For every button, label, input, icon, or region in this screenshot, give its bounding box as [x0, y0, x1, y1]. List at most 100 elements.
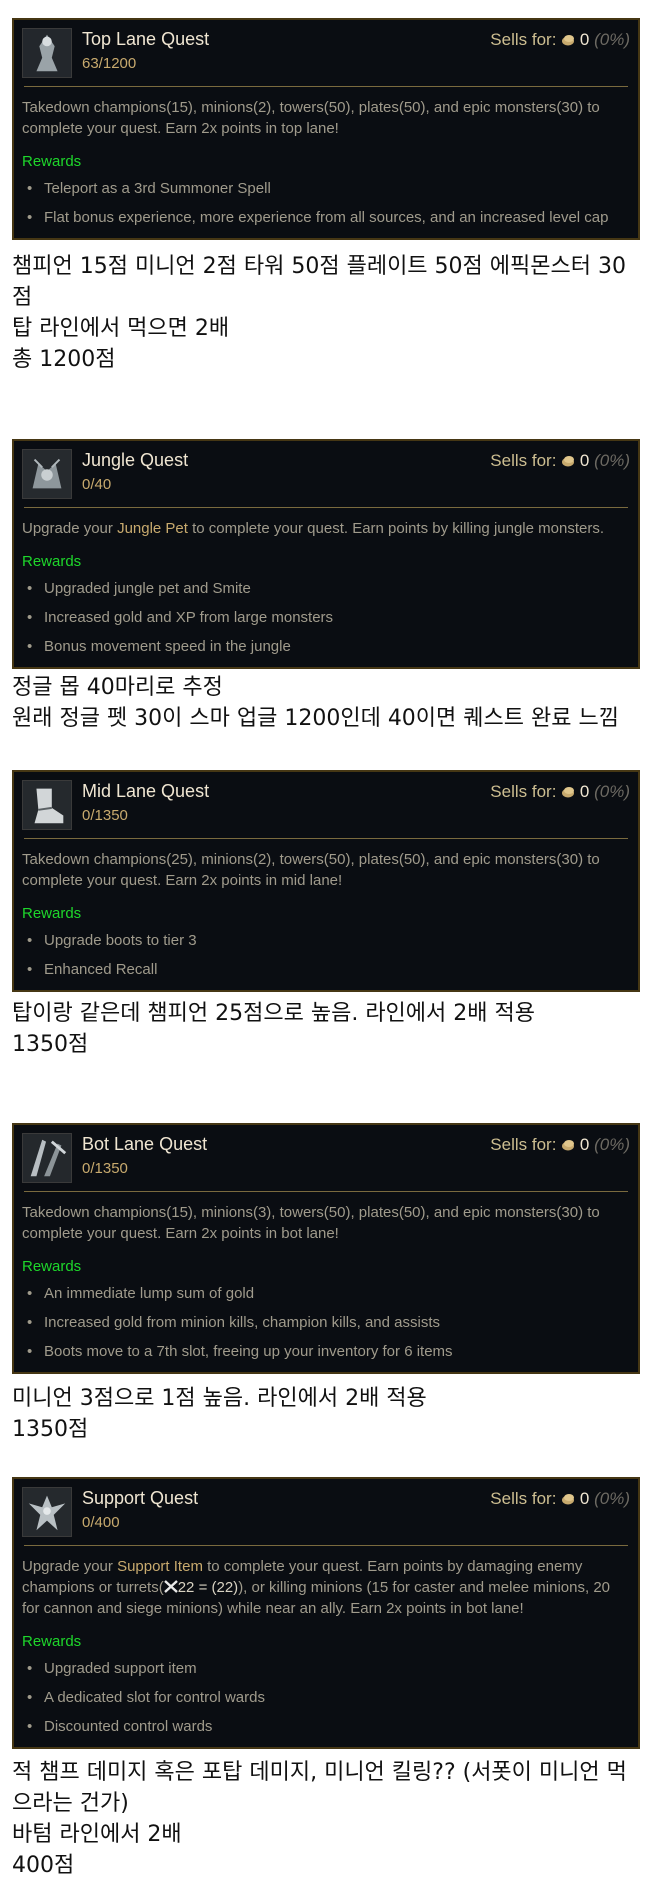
rewards-list: An immediate lump sum of gold Increased … — [14, 1275, 638, 1372]
sells-for: Sells for: 0 (0%) — [490, 451, 630, 472]
reward-item: Boots move to a 7th slot, freeing up you… — [22, 1337, 630, 1366]
desc-text: Upgrade your — [22, 520, 118, 537]
reward-item: Teleport as a 3rd Summoner Spell — [22, 174, 630, 203]
mid-lane-quest-icon — [22, 780, 72, 830]
desc-formula: 22 = (22) — [177, 1579, 239, 1596]
quest-progress: 63/1200 — [82, 55, 137, 72]
desc-text: Upgrade your — [22, 1558, 118, 1575]
reward-item: Upgraded support item — [22, 1654, 630, 1683]
reward-item: Upgraded jungle pet and Smite — [22, 574, 630, 603]
gold-coin-icon — [561, 1136, 575, 1156]
top-lane-quest-icon — [22, 28, 72, 78]
note-line: 탑 라인에서 먹으면 2배 — [12, 316, 230, 341]
reward-item: A dedicated slot for control wards — [22, 1683, 630, 1712]
quest-header: Jungle Quest 0/40 Sells for: 0 (0%) — [14, 441, 638, 507]
reward-item: Bonus movement speed in the jungle — [22, 632, 630, 661]
quest-card-bot: Bot Lane Quest 0/1350 Sells for: 0 (0%) … — [12, 1123, 640, 1374]
sells-for: Sells for: 0 (0%) — [490, 1489, 630, 1510]
rewards-label: Rewards — [22, 1633, 82, 1650]
desc-text: to complete your quest. Earn points by k… — [187, 520, 604, 537]
gold-coin-icon — [561, 31, 575, 51]
quest-progress: 0/1350 — [82, 807, 128, 824]
sells-for: Sells for: 0 (0%) — [490, 1135, 630, 1156]
sells-percent: (0%) — [594, 451, 630, 470]
note-line: 400점 — [12, 1853, 75, 1878]
quest-description: Takedown champions(15), minions(3), towe… — [22, 1204, 600, 1242]
sells-value: 0 — [579, 1135, 590, 1154]
note-line: 바텀 라인에서 2배 — [12, 1822, 182, 1847]
quest-progress: 0/400 — [82, 1514, 120, 1531]
sells-label: Sells for: — [490, 1489, 557, 1508]
rewards-list: Upgraded support item A dedicated slot f… — [14, 1650, 638, 1747]
quest-card-mid: Mid Lane Quest 0/1350 Sells for: 0 (0%) … — [12, 770, 640, 992]
quest-header: Top Lane Quest 63/1200 Sells for: 0 (0%) — [14, 20, 638, 86]
quest-header: Bot Lane Quest 0/1350 Sells for: 0 (0%) — [14, 1125, 638, 1191]
quest-description: Takedown champions(15), minions(2), towe… — [22, 99, 600, 137]
sells-percent: (0%) — [594, 782, 630, 801]
sells-for: Sells for: 0 (0%) — [490, 30, 630, 51]
sells-for: Sells for: 0 (0%) — [490, 782, 630, 803]
reward-item: An immediate lump sum of gold — [22, 1279, 630, 1308]
note-line: 미니언 3점으로 1점 높음. 라인에서 2배 적용 — [12, 1386, 427, 1411]
note-support: 적 챔프 데미지 혹은 포탑 데미지, 미니언 킬링?? (서폿이 미니언 먹으… — [12, 1757, 642, 1881]
rewards-label: Rewards — [22, 905, 82, 922]
quest-card-support: Support Quest 0/400 Sells for: 0 (0%) Up… — [12, 1477, 640, 1749]
reward-item: Enhanced Recall — [22, 955, 630, 984]
quest-title: Support Quest — [82, 1488, 199, 1508]
quest-progress: 0/40 — [82, 476, 112, 493]
jungle-quest-icon — [22, 449, 72, 499]
quest-title: Top Lane Quest — [82, 29, 210, 49]
support-quest-icon — [22, 1487, 72, 1537]
gold-coin-icon — [561, 1490, 575, 1510]
sells-label: Sells for: — [490, 451, 557, 470]
sells-label: Sells for: — [490, 30, 557, 49]
reward-item: Flat bonus experience, more experience f… — [22, 203, 630, 232]
quest-title: Mid Lane Quest — [82, 781, 210, 801]
quest-title: Jungle Quest — [82, 450, 189, 470]
note-line: 1350점 — [12, 1032, 89, 1057]
quest-card-top: Top Lane Quest 63/1200 Sells for: 0 (0%)… — [12, 18, 640, 240]
rewards-list: Upgraded jungle pet and Smite Increased … — [14, 570, 638, 667]
gold-coin-icon — [561, 452, 575, 472]
sells-percent: (0%) — [594, 30, 630, 49]
sells-value: 0 — [579, 1489, 590, 1508]
reward-item: Increased gold and XP from large monster… — [22, 603, 630, 632]
rewards-label: Rewards — [22, 553, 82, 570]
note-line: 적 챔프 데미지 혹은 포탑 데미지, 미니언 킬링?? (서폿이 미니언 먹으… — [12, 1760, 627, 1816]
quest-progress: 0/1350 — [82, 1160, 128, 1177]
bot-lane-quest-icon — [22, 1133, 72, 1183]
note-line: 총 1200점 — [12, 347, 116, 372]
quest-header: Mid Lane Quest 0/1350 Sells for: 0 (0%) — [14, 772, 638, 838]
sells-percent: (0%) — [594, 1135, 630, 1154]
note-line: 탑이랑 같은데 챔피언 25점으로 높음. 라인에서 2배 적용 — [12, 1001, 535, 1026]
note-line: 1350점 — [12, 1417, 89, 1442]
crossed-swords-icon — [163, 1579, 178, 1596]
rewards-label: Rewards — [22, 1258, 82, 1275]
support-item-link[interactable]: Support Item — [117, 1558, 203, 1575]
sells-value: 0 — [579, 782, 590, 801]
sells-label: Sells for: — [490, 1135, 557, 1154]
sells-percent: (0%) — [594, 1489, 630, 1508]
gold-coin-icon — [561, 783, 575, 803]
rewards-label: Rewards — [22, 153, 82, 170]
sells-value: 0 — [579, 30, 590, 49]
note-line: 원래 정글 펫 30이 스마 업글 1200인데 40이면 퀘스트 완료 느낌 — [12, 706, 619, 731]
note-bot: 미니언 3점으로 1점 높음. 라인에서 2배 적용 1350점 — [12, 1383, 642, 1445]
note-line: 정글 몹 40마리로 추정 — [12, 675, 223, 700]
rewards-list: Upgrade boots to tier 3 Enhanced Recall — [14, 922, 638, 990]
quest-card-jungle: Jungle Quest 0/40 Sells for: 0 (0%) Upgr… — [12, 439, 640, 669]
reward-item: Discounted control wards — [22, 1712, 630, 1741]
quest-title: Bot Lane Quest — [82, 1134, 208, 1154]
reward-item: Upgrade boots to tier 3 — [22, 926, 630, 955]
note-jungle: 정글 몹 40마리로 추정 원래 정글 펫 30이 스마 업글 1200인데 4… — [12, 672, 642, 734]
note-mid: 탑이랑 같은데 챔피언 25점으로 높음. 라인에서 2배 적용 1350점 — [12, 998, 642, 1060]
quest-description: Upgrade your Support Item to complete yo… — [14, 1546, 638, 1619]
sells-label: Sells for: — [490, 782, 557, 801]
reward-item: Increased gold from minion kills, champi… — [22, 1308, 630, 1337]
quest-description: Upgrade your Jungle Pet to complete your… — [14, 508, 638, 539]
jungle-pet-link[interactable]: Jungle Pet — [117, 520, 188, 537]
sells-value: 0 — [579, 451, 590, 470]
quest-header: Support Quest 0/400 Sells for: 0 (0%) — [14, 1479, 638, 1545]
note-line: 챔피언 15점 미니언 2점 타워 50점 플레이트 50점 에픽몬스터 30점 — [12, 254, 626, 310]
rewards-list: Teleport as a 3rd Summoner Spell Flat bo… — [14, 170, 638, 238]
